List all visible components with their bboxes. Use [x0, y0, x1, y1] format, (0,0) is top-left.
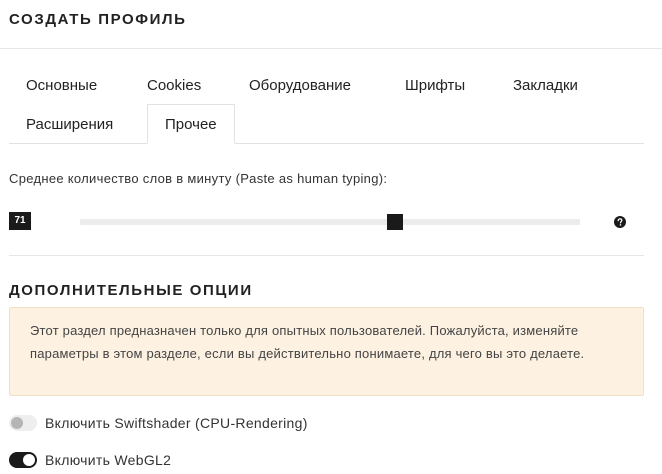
- webgl2-toggle[interactable]: [9, 452, 37, 468]
- question-circle-icon[interactable]: [614, 216, 626, 228]
- toggle-knob: [23, 454, 35, 466]
- advanced-options-title: ДОПОЛНИТЕЛЬНЫЕ ОПЦИИ: [9, 282, 253, 299]
- tab-basic[interactable]: Основные: [9, 66, 114, 105]
- slider-handle[interactable]: [387, 214, 403, 230]
- webgl2-option: Включить WebGL2: [9, 450, 171, 470]
- typing-speed-slider[interactable]: [80, 219, 580, 225]
- section-divider: [9, 255, 644, 256]
- tabs-divider: [9, 143, 644, 144]
- swiftshader-label: Включить Swiftshader (CPU-Rendering): [45, 415, 308, 431]
- webgl2-label: Включить WebGL2: [45, 452, 172, 468]
- tab-hardware[interactable]: Оборудование: [232, 66, 368, 105]
- toggle-knob: [11, 417, 23, 429]
- warning-box: Этот раздел предназначен только для опыт…: [9, 307, 644, 396]
- header-divider: [0, 48, 662, 49]
- swiftshader-option: Включить Swiftshader (CPU-Rendering): [9, 413, 308, 433]
- tab-cookies[interactable]: Cookies: [130, 66, 218, 105]
- tab-bar: Основные Cookies Оборудование Шрифты Зак…: [9, 66, 644, 144]
- page-title: СОЗДАТЬ ПРОФИЛЬ: [9, 11, 187, 28]
- swiftshader-toggle[interactable]: [9, 415, 37, 431]
- tab-other[interactable]: Прочее: [147, 104, 235, 144]
- typing-speed-value: 71: [9, 212, 31, 230]
- tab-extensions[interactable]: Расширения: [9, 105, 130, 144]
- tab-fonts[interactable]: Шрифты: [388, 66, 482, 105]
- typing-speed-label: Среднее количество слов в минуту (Paste …: [9, 171, 388, 186]
- tab-bookmarks[interactable]: Закладки: [496, 66, 595, 105]
